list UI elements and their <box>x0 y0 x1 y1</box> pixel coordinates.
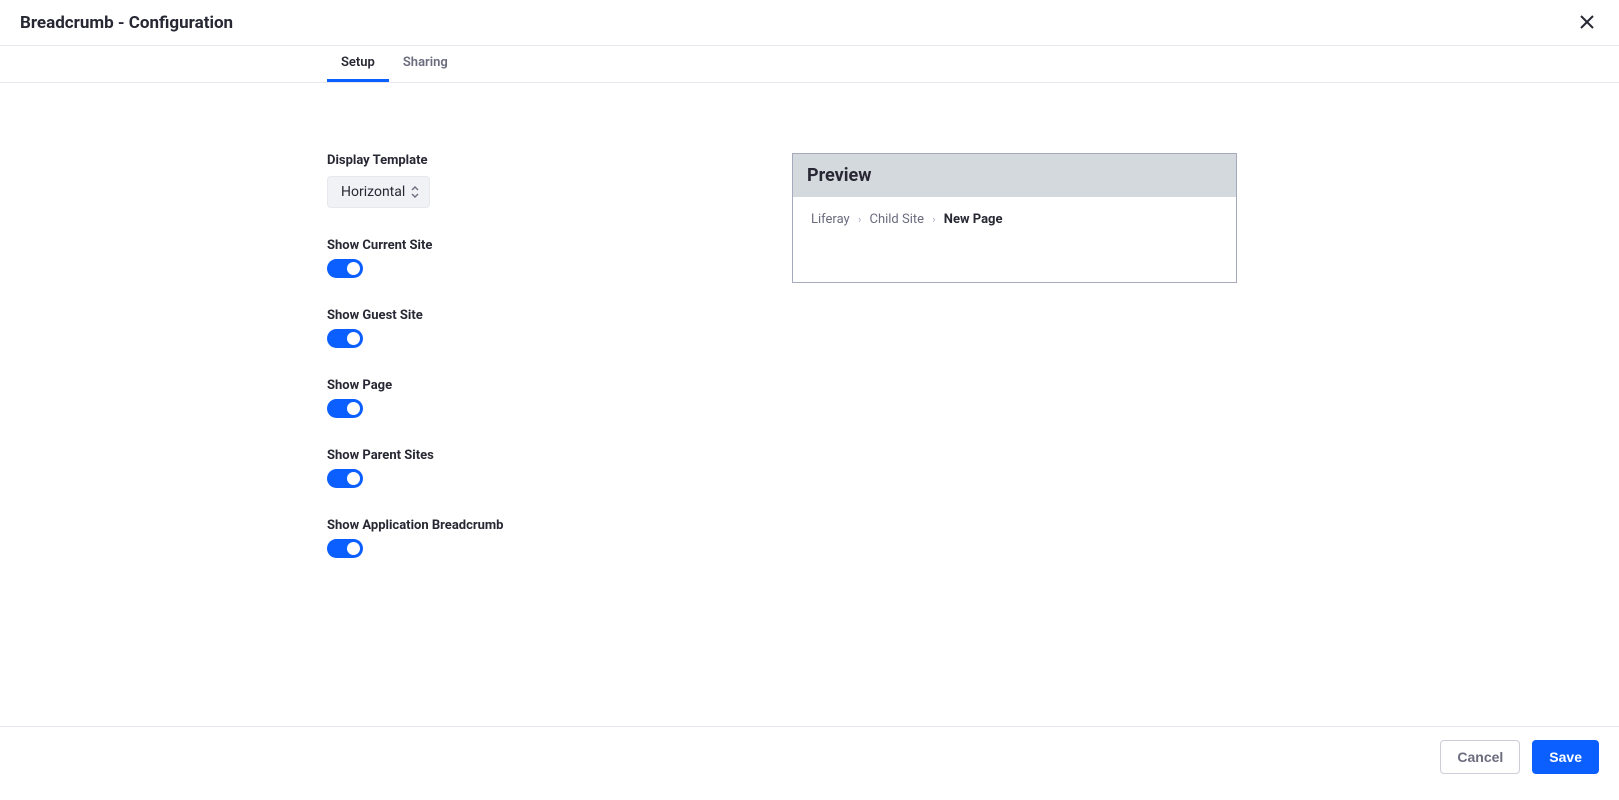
tab-bar: Setup Sharing <box>0 46 1619 83</box>
modal-footer: Cancel Save <box>0 726 1619 774</box>
preview-body: Liferay › Child Site › New Page <box>793 197 1236 282</box>
content-area: Display Template Horizontal Show Current… <box>0 83 1619 588</box>
modal-title: Breadcrumb - Configuration <box>20 13 233 33</box>
display-template-label: Display Template <box>327 153 727 168</box>
show-page-field: Show Page <box>327 378 727 418</box>
show-page-toggle[interactable] <box>327 399 363 418</box>
breadcrumb-current: New Page <box>944 212 1003 227</box>
display-template-field: Display Template Horizontal <box>327 153 727 208</box>
show-application-breadcrumb-field: Show Application Breadcrumb <box>327 518 727 558</box>
select-caret-icon <box>411 186 419 198</box>
cancel-button[interactable]: Cancel <box>1440 740 1520 774</box>
show-guest-site-label: Show Guest Site <box>327 308 727 323</box>
tab-setup[interactable]: Setup <box>327 46 389 82</box>
show-parent-sites-field: Show Parent Sites <box>327 448 727 488</box>
show-parent-sites-toggle[interactable] <box>327 469 363 488</box>
chevron-right-icon: › <box>932 213 935 226</box>
show-application-breadcrumb-toggle[interactable] <box>327 539 363 558</box>
preview-title: Preview <box>793 154 1236 197</box>
tab-sharing[interactable]: Sharing <box>389 46 462 82</box>
show-application-breadcrumb-label: Show Application Breadcrumb <box>327 518 727 533</box>
display-template-value: Horizontal <box>341 184 405 200</box>
chevron-right-icon: › <box>858 213 861 226</box>
breadcrumb-item[interactable]: Liferay <box>811 212 850 227</box>
preview-panel: Preview Liferay › Child Site › New Page <box>792 153 1237 588</box>
show-page-label: Show Page <box>327 378 727 393</box>
modal-header: Breadcrumb - Configuration <box>0 0 1619 46</box>
close-icon <box>1579 14 1595 30</box>
show-current-site-toggle[interactable] <box>327 259 363 278</box>
save-button[interactable]: Save <box>1532 740 1599 774</box>
settings-panel: Display Template Horizontal Show Current… <box>327 153 727 588</box>
show-guest-site-toggle[interactable] <box>327 329 363 348</box>
show-current-site-label: Show Current Site <box>327 238 727 253</box>
close-button[interactable] <box>1575 8 1599 38</box>
show-current-site-field: Show Current Site <box>327 238 727 278</box>
show-guest-site-field: Show Guest Site <box>327 308 727 348</box>
preview-box: Preview Liferay › Child Site › New Page <box>792 153 1237 283</box>
breadcrumb-item[interactable]: Child Site <box>869 212 924 227</box>
display-template-select[interactable]: Horizontal <box>327 176 430 208</box>
show-parent-sites-label: Show Parent Sites <box>327 448 727 463</box>
